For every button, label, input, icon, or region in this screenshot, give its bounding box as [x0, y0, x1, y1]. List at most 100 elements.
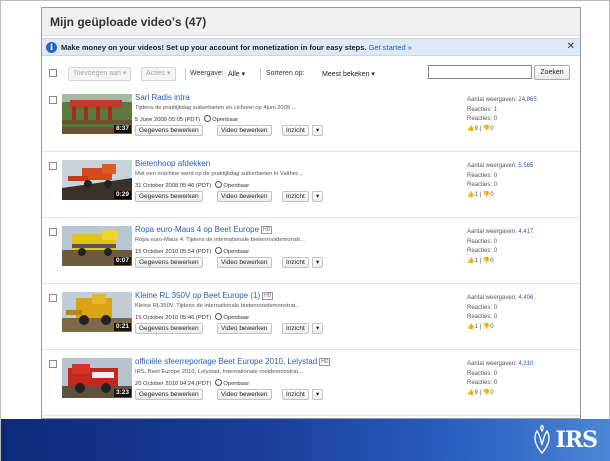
edit-video-button[interactable]: Video bewerken: [217, 389, 272, 400]
privacy-label: Openbaar: [223, 249, 250, 255]
edit-info-button[interactable]: Gegevens bewerken: [135, 389, 203, 400]
edit-video-button[interactable]: Video bewerken: [217, 191, 272, 202]
view-select[interactable]: Alle ▾: [228, 70, 245, 78]
hd-badge: HD: [261, 226, 273, 234]
chevron-down-icon[interactable]: ▾: [312, 191, 324, 202]
views-count[interactable]: 24,865: [518, 97, 536, 103]
search-button[interactable]: Zoeken: [534, 65, 570, 80]
views-count[interactable]: 4,210: [518, 361, 533, 367]
video-meta: 15 October 2010 05:54 (PDT) Openbaar: [135, 247, 249, 255]
views-label: Aantal weergaven:: [467, 229, 517, 235]
page-title: Mijn geüploade video's (47): [50, 15, 207, 29]
video-thumbnail[interactable]: 3:23: [62, 358, 132, 398]
comments-label: Reacties:: [467, 172, 493, 179]
favorites-count: 0: [493, 182, 498, 188]
favorites-count: 0: [493, 248, 498, 254]
video-description: Met een machine werd op de praktijkdag s…: [135, 171, 303, 177]
views-count[interactable]: 4,417: [518, 229, 533, 235]
row-checkbox[interactable]: [49, 294, 57, 302]
select-all-checkbox[interactable]: [49, 69, 57, 77]
video-stats: Aantal weergaven: 5,565 Reacties: 0 Reac…: [467, 162, 533, 200]
comments-count: 0: [493, 370, 498, 377]
get-started-link[interactable]: Get started »: [369, 43, 412, 52]
privacy-label: Openbaar: [223, 183, 250, 189]
favorites-line: Reacties: 0: [467, 247, 533, 257]
favorites-label: Reacties:: [467, 380, 493, 386]
video-title-link[interactable]: Bietenhoop afdekken: [135, 159, 210, 168]
video-thumbnail[interactable]: 0:07: [62, 226, 132, 266]
likes-count: 1: [474, 323, 478, 330]
edit-info-button[interactable]: Gegevens bewerken: [135, 323, 203, 334]
globe-icon: [215, 313, 223, 320]
add-to-button[interactable]: Toevoegen aan ▾: [68, 67, 132, 81]
chevron-down-icon[interactable]: ▾: [312, 323, 324, 334]
video-thumbnail[interactable]: 0:21: [62, 292, 132, 332]
row-checkbox[interactable]: [49, 228, 57, 236]
video-title-link[interactable]: Ropa euro-Maus 4 op Beet Europe HD: [135, 225, 273, 234]
upload-date: 15 October 2010 05:46 (PDT): [135, 315, 212, 321]
video-description: Kleine RL350V. Tijdens de internationale…: [135, 303, 301, 309]
view-label: Weergave:: [190, 70, 224, 77]
video-title-text[interactable]: Kleine RL 350V op Beet Europe (1): [135, 291, 260, 300]
video-title-text[interactable]: officiële sfeerreportage Beet Europe 201…: [135, 357, 317, 366]
edit-info-button[interactable]: Gegevens bewerken: [135, 191, 203, 202]
edit-video-button[interactable]: Video bewerken: [217, 323, 272, 334]
video-title-link[interactable]: Kleine RL 350V op Beet Europe (1) HD: [135, 291, 274, 300]
globe-icon: [204, 115, 212, 122]
favorites-label: Reacties:: [467, 182, 493, 188]
insight-button[interactable]: Inzicht: [282, 323, 309, 334]
video-title-link[interactable]: officiële sfeerreportage Beet Europe 201…: [135, 357, 331, 366]
likes-count: 1: [474, 191, 478, 198]
insight-button[interactable]: Inzicht: [282, 191, 309, 202]
actions-button[interactable]: Acties ▾: [141, 67, 176, 81]
video-row: 0:07 Ropa euro-Maus 4 op Beet Europe HD R…: [42, 220, 580, 284]
row-checkbox[interactable]: [49, 360, 57, 368]
dislikes-count: 0: [490, 323, 494, 330]
rating-line: 👍9 | 👎0: [467, 389, 494, 396]
edit-video-button[interactable]: Video bewerken: [217, 257, 272, 268]
video-row: 3:23 officiële sfeerreportage Beet Europ…: [42, 352, 580, 416]
rating-line: 👍9 | 👎0: [467, 125, 494, 132]
video-toolbar: Toevoegen aan ▾ Acties ▾ Weergave: Alle …: [42, 62, 580, 84]
chevron-down-icon[interactable]: ▾: [312, 389, 324, 400]
duration-badge: 0:29: [113, 191, 131, 199]
favorites-count: 0: [493, 314, 498, 320]
favorites-line: Reacties: 0: [467, 181, 533, 191]
rating-line: 👍1 | 👎0: [467, 323, 494, 330]
video-title-text[interactable]: Ropa euro-Maus 4 op Beet Europe: [135, 225, 259, 234]
globe-icon: [215, 379, 223, 386]
search-input[interactable]: [428, 65, 532, 79]
sort-select[interactable]: Meest bekeken ▾: [322, 70, 375, 78]
comments-label: Reacties:: [467, 106, 493, 113]
comments-label: Reacties:: [467, 370, 493, 377]
video-description: Ropa euro-Maus 4. Tijdens de internation…: [135, 237, 305, 243]
comments-line: Reacties: 1: [467, 106, 537, 116]
video-description: IRS, Beet Europe 2010, Lelystad, Interna…: [135, 369, 303, 375]
duration-badge: 3:23: [113, 389, 131, 397]
edit-video-button[interactable]: Video bewerken: [217, 125, 272, 136]
insight-button[interactable]: Inzicht: [282, 389, 309, 400]
views-line: Aantal weergaven: 24,865: [467, 96, 537, 106]
row-checkbox[interactable]: [49, 96, 57, 104]
chevron-down-icon[interactable]: ▾: [312, 257, 324, 268]
views-count[interactable]: 5,565: [518, 163, 533, 169]
insight-button[interactable]: Inzicht: [282, 125, 309, 136]
edit-info-button[interactable]: Gegevens bewerken: [135, 125, 203, 136]
video-meta: 5 June 2009 05:05 (PDT) Openbaar: [135, 115, 238, 123]
comments-label: Reacties:: [467, 304, 493, 311]
close-icon[interactable]: ✕: [567, 41, 575, 52]
row-checkbox[interactable]: [49, 162, 57, 170]
dislikes-count: 0: [490, 257, 494, 264]
insight-button[interactable]: Inzicht: [282, 257, 309, 268]
video-row: 0:21 Kleine RL 350V op Beet Europe (1) HD…: [42, 286, 580, 350]
video-thumbnail[interactable]: 8:37: [62, 94, 132, 134]
edit-info-button[interactable]: Gegevens bewerken: [135, 257, 203, 268]
chevron-down-icon[interactable]: ▾: [312, 125, 324, 136]
duration-badge: 8:37: [113, 125, 131, 133]
video-stats: Aantal weergaven: 4,417 Reacties: 0 Reac…: [467, 228, 533, 266]
banner-message: Make money on your videos! Set up your a…: [61, 43, 412, 52]
views-count[interactable]: 4,406: [518, 295, 533, 301]
video-thumbnail[interactable]: 0:29: [62, 160, 132, 200]
views-label: Aantal weergaven:: [467, 163, 517, 169]
video-title-link[interactable]: Sarl Radis intra: [135, 93, 190, 102]
